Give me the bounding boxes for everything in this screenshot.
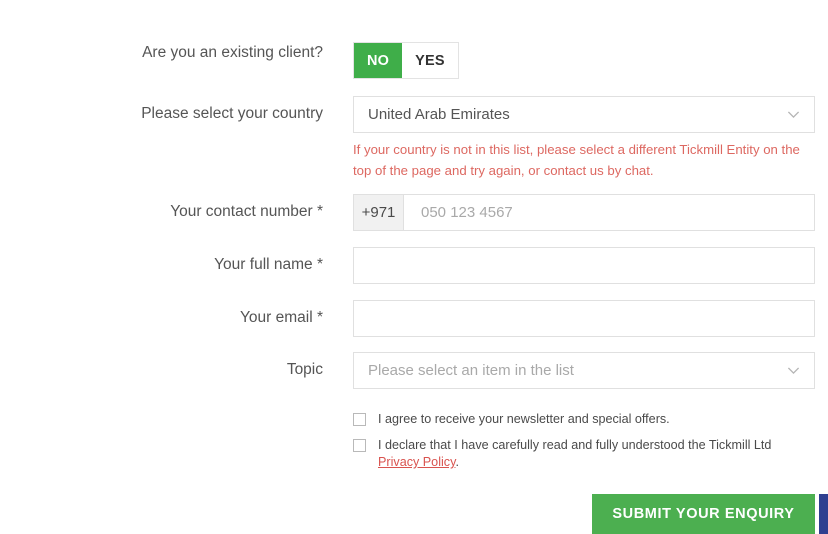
topic-select-placeholder: Please select an item in the list	[368, 362, 574, 379]
privacy-declaration-checkbox[interactable]	[353, 439, 366, 452]
privacy-declaration-text-end: .	[455, 455, 459, 469]
toggle-option-yes[interactable]: YES	[402, 43, 458, 78]
privacy-declaration-label: I declare that I have carefully read and…	[378, 437, 813, 471]
existing-client-label: Are you an existing client?	[142, 44, 323, 61]
country-error-message: If your country is not in this list, ple…	[353, 142, 800, 178]
submit-enquiry-button[interactable]: SUBMIT YOUR ENQUIRY	[592, 494, 815, 534]
privacy-declaration-text: I declare that I have carefully read and…	[378, 438, 772, 452]
country-select[interactable]: United Arab Emirates	[353, 96, 815, 133]
newsletter-consent-row[interactable]: I agree to receive your newsletter and s…	[353, 411, 813, 428]
full-name-field[interactable]	[353, 247, 815, 284]
phone-country-prefix: +971	[354, 195, 404, 230]
chevron-down-icon	[785, 106, 802, 123]
enquiry-form: Are you an existing client? NO YES Pleas…	[0, 0, 828, 534]
privacy-declaration-row[interactable]: I declare that I have carefully read and…	[353, 437, 813, 471]
email-field[interactable]	[353, 300, 815, 337]
country-label: Please select your country	[141, 105, 323, 122]
chat-widget-tab[interactable]	[819, 494, 828, 534]
toggle-option-no[interactable]: NO	[354, 43, 403, 78]
contact-number-group[interactable]: +971 050 123 4567	[353, 194, 815, 231]
country-select-value: United Arab Emirates	[368, 106, 510, 123]
chevron-down-icon	[785, 362, 802, 379]
newsletter-consent-label: I agree to receive your newsletter and s…	[378, 412, 670, 426]
privacy-policy-link[interactable]: Privacy Policy	[378, 455, 455, 469]
email-label: Your email *	[239, 309, 323, 326]
existing-client-toggle[interactable]: NO YES	[353, 42, 459, 79]
contact-number-input[interactable]: 050 123 4567	[404, 195, 814, 230]
topic-label: Topic	[286, 361, 323, 378]
contact-number-label: Your contact number *	[170, 203, 323, 220]
full-name-label: Your full name *	[214, 256, 323, 273]
newsletter-consent-checkbox[interactable]	[353, 413, 366, 426]
topic-select[interactable]: Please select an item in the list	[353, 352, 815, 389]
